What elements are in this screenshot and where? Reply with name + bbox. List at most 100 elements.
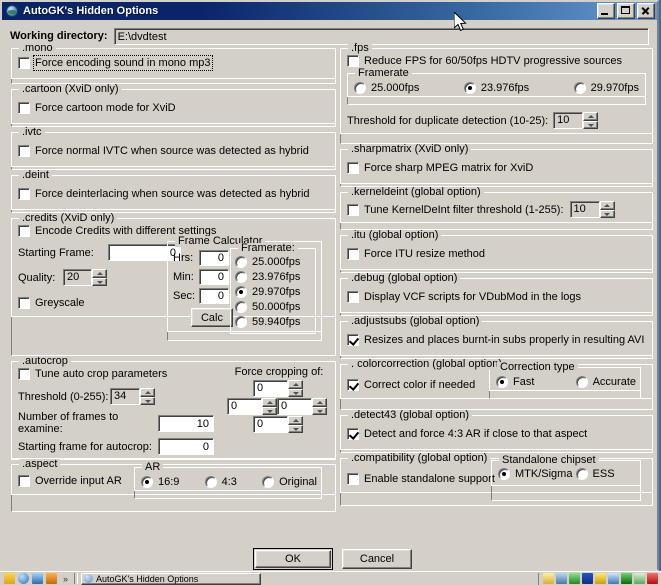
radio-circle <box>235 316 247 328</box>
checkbox-force-itu-resize[interactable]: Force ITU resize method <box>347 248 485 260</box>
checkbox-display-vcf-scripts[interactable]: Display VCF scripts for VDubMod in the l… <box>347 291 581 303</box>
radio-credits-fps-50000[interactable]: 50.000fps <box>235 301 300 313</box>
crop-bottom-value: 0 <box>253 416 288 433</box>
radio-fps-29970[interactable]: 29.970fps <box>573 82 639 94</box>
radio-ar-4-3[interactable]: 4:3 <box>204 476 237 488</box>
radio-credits-fps-23976[interactable]: 23.976fps <box>235 271 300 283</box>
group-cartoon-legend: .cartoon (XviD only) <box>19 84 122 95</box>
group-ar: AR 16:9 4:3 Original <box>134 462 322 499</box>
checkbox-force-mono-mp3[interactable]: Force encoding sound in mono mp3 <box>18 55 213 71</box>
radio-credits-fps-29970[interactable]: 29.970fps <box>235 286 300 298</box>
ok-button[interactable]: OK <box>255 550 331 568</box>
checkbox-detect-force-43[interactable]: Detect and force 4:3 AR if close to that… <box>347 428 587 440</box>
checkbox-force-deinterlacing[interactable]: Force deinterlacing when source was dete… <box>18 188 310 200</box>
tray-network-icon[interactable] <box>556 573 567 584</box>
crop-bottom-stepper[interactable]: 0 <box>253 416 303 433</box>
checkbox-reduce-fps[interactable]: Reduce FPS for 60/50fps HDTV progressive… <box>347 55 622 67</box>
taskbar-button-autogk[interactable]: AutoGK's Hidden Options <box>81 572 262 585</box>
tray-shield-icon[interactable] <box>569 573 580 584</box>
crop-right-stepper[interactable]: 0 <box>277 398 327 415</box>
minimize-button[interactable] <box>597 3 615 19</box>
sec-input[interactable]: 0 <box>199 288 229 304</box>
checkbox-tune-kerneldeint[interactable]: Tune KernelDeInt filter threshold (1-255… <box>347 203 564 216</box>
kerneldeint-stepper[interactable]: 10 <box>569 201 615 218</box>
group-mono-legend: .mono <box>19 43 56 54</box>
tray-audio-icon[interactable] <box>595 573 606 584</box>
radio-correction-fast[interactable]: Fast <box>496 376 534 388</box>
taskbar-divider <box>74 573 79 584</box>
radio-circle <box>354 82 366 94</box>
group-mono: .mono Force encoding sound in mono mp3 <box>11 43 336 84</box>
checkbox-correct-color[interactable]: Correct color if needed <box>347 379 475 391</box>
radio-credits-fps-59940[interactable]: 59.940fps <box>235 316 300 328</box>
working-directory-input[interactable]: E:\dvdtest <box>113 27 649 45</box>
checkbox-label: Force encoding sound in mono mp3 <box>33 55 213 71</box>
radio-label: 29.970fps <box>590 82 639 94</box>
tray-matrix-icon[interactable] <box>621 573 632 584</box>
checkbox-label: Force deinterlacing when source was dete… <box>35 188 310 200</box>
radio-label: 59.940fps <box>252 316 301 328</box>
radio-fps-23976[interactable]: 23.976fps <box>463 82 529 94</box>
title-bar[interactable]: AutoGK's Hidden Options <box>2 2 657 20</box>
radio-chipset-mtk-sigma[interactable]: MTK/Sigma <box>498 468 572 480</box>
media-icon[interactable] <box>32 573 43 584</box>
crop-top-stepper[interactable]: 0 <box>253 380 303 397</box>
checkbox-force-normal-ivtc[interactable]: Force normal IVTC when source was detect… <box>18 145 309 157</box>
spinner-up-icon <box>262 398 277 407</box>
checkbox-force-sharp-matrix[interactable]: Force sharp MPEG matrix for XviD <box>347 162 533 174</box>
min-input[interactable]: 0 <box>199 269 229 285</box>
checkbox-resize-burnt-subs[interactable]: Resizes and places burnt-in subs properl… <box>347 334 644 346</box>
checkbox-label: Reduce FPS for 60/50fps HDTV progressive… <box>364 55 623 67</box>
checkbox-greyscale[interactable]: Greyscale <box>18 297 85 309</box>
group-debug: .debug (global option) Display VCF scrip… <box>340 273 653 316</box>
maximize-button[interactable] <box>617 3 635 19</box>
tray-monitor-icon[interactable] <box>608 573 619 584</box>
dup-threshold-row: Threshold for duplicate detection (10-25… <box>347 112 646 129</box>
radio-chipset-ess[interactable]: ESS <box>575 468 615 480</box>
group-autocrop: .autocrop Tune auto crop parameters Thre… <box>11 356 336 460</box>
tray-disk-icon[interactable] <box>634 573 645 584</box>
quality-value: 20 <box>63 269 92 286</box>
checkbox-enable-standalone[interactable]: Enable standalone support <box>347 473 495 485</box>
frames-to-examine-input[interactable]: 10 <box>158 414 214 432</box>
folder-icon[interactable] <box>4 573 15 584</box>
close-icon[interactable] <box>637 3 655 19</box>
checkbox-override-input-ar[interactable]: Override input AR <box>18 475 122 487</box>
dup-threshold-stepper[interactable]: 10 <box>553 112 599 129</box>
radio-circle <box>575 468 588 480</box>
quick-launch-overflow-icon[interactable]: » <box>60 574 71 584</box>
radio-ar-16-9[interactable]: 16:9 <box>141 476 179 488</box>
cancel-button[interactable]: Cancel <box>342 549 412 569</box>
autocrop-threshold-label: Threshold (0-255): <box>18 390 109 403</box>
radio-credits-fps-25000[interactable]: 25.000fps <box>235 256 300 268</box>
radio-label: Fast <box>513 376 535 388</box>
radio-fps-25000[interactable]: 25.000fps <box>354 82 419 94</box>
autocrop-threshold-stepper[interactable]: 34 <box>110 388 155 405</box>
crop-left-stepper[interactable]: 0 <box>227 398 277 415</box>
calc-button[interactable]: Calc <box>191 308 233 327</box>
radio-ar-original[interactable]: Original <box>262 476 317 488</box>
group-kerneldeint-legend: .kerneldeint (global option) <box>348 187 484 198</box>
checkbox-box <box>18 57 30 69</box>
group-ivtc-legend: .ivtc <box>19 127 45 138</box>
quality-stepper[interactable]: 20 <box>63 269 107 286</box>
checkbox-tune-autocrop[interactable]: Tune auto crop parameters <box>18 368 167 380</box>
autocrop-starting-frame-label: Starting frame for autocrop: <box>18 440 152 453</box>
autocrop-starting-frame-input[interactable]: 0 <box>158 438 214 455</box>
quality-arrows[interactable] <box>92 269 107 286</box>
radio-circle <box>575 376 588 388</box>
spinner-down-icon <box>599 209 615 218</box>
hrs-input[interactable]: 0 <box>199 250 229 266</box>
radio-circle <box>463 82 476 94</box>
browser-icon[interactable] <box>18 573 29 584</box>
checkbox-box <box>347 291 359 303</box>
app-icon[interactable] <box>46 573 57 584</box>
group-credits-framerate: Framerate: 25.000fps 23.976fps 29.970fps… <box>230 243 316 334</box>
tray-pencil-icon[interactable] <box>543 573 554 584</box>
tray-alert-icon[interactable] <box>582 573 593 584</box>
spinner-up-icon <box>288 380 303 389</box>
checkbox-force-cartoon-mode[interactable]: Force cartoon mode for XviD <box>18 102 176 114</box>
radio-correction-accurate[interactable]: Accurate <box>575 376 636 388</box>
tray-antivirus-icon[interactable] <box>647 573 658 584</box>
min-label: Min: <box>173 271 194 283</box>
